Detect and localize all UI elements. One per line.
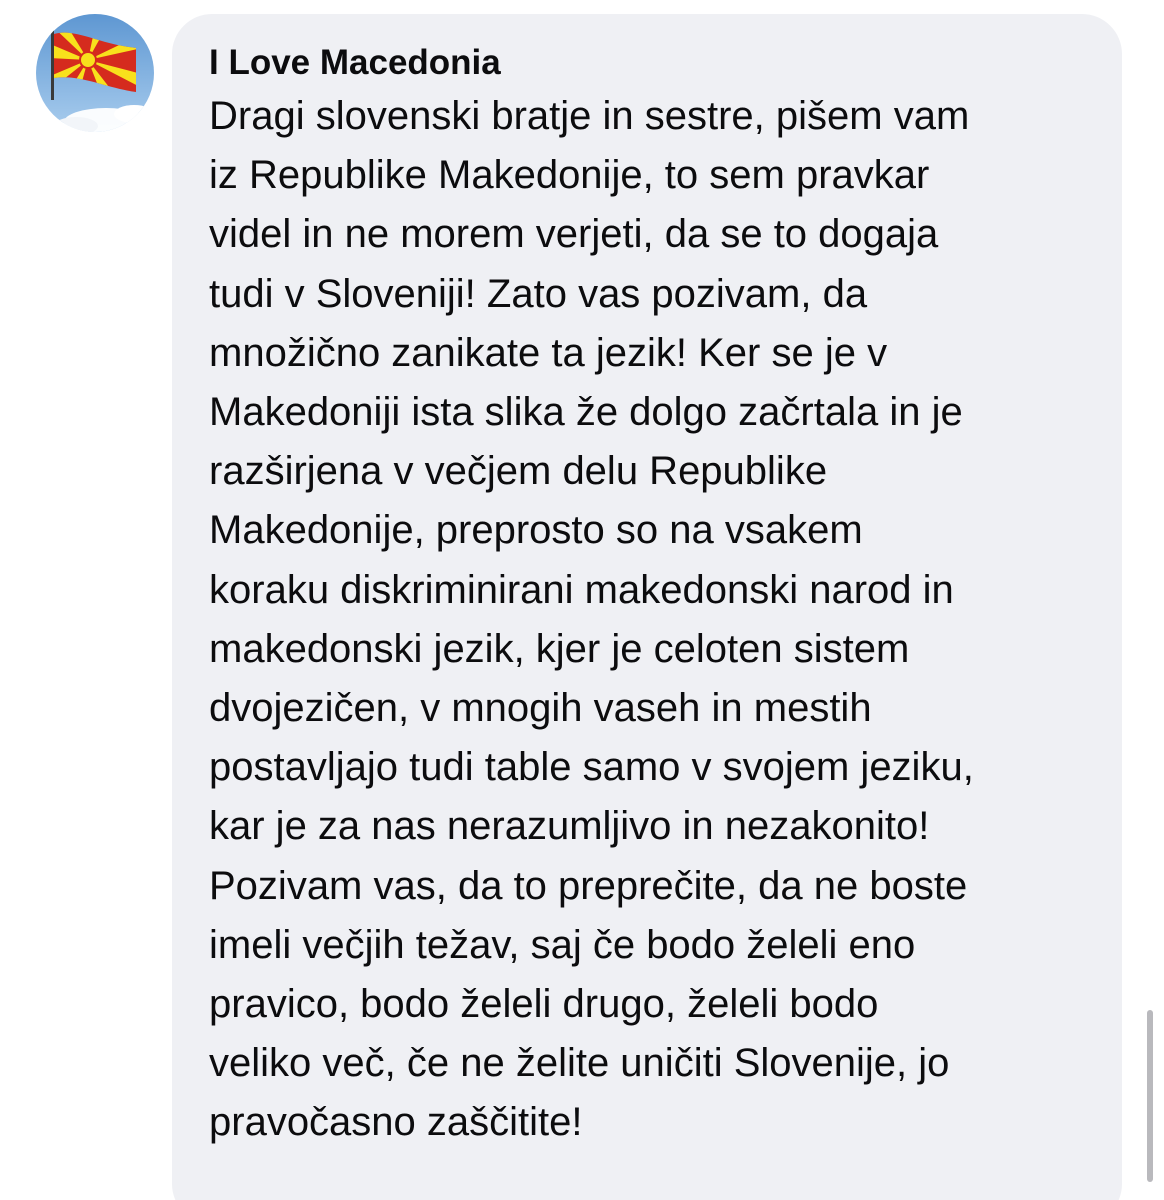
comment-line: postavljajo tudi table samo v svojem jez…	[209, 745, 974, 790]
comment-line: veliko več, če ne želite uničiti Sloveni…	[209, 1041, 950, 1086]
comment-line: Makedoniji ista slika že dolgo začrtala …	[209, 390, 963, 435]
comment-line: koraku diskriminirani makedonski narod i…	[209, 567, 954, 612]
comment-line: imeli večjih težav, saj če bodo želeli e…	[209, 922, 916, 967]
comment-text: Dragi slovenski bratje in sestre, pišem …	[209, 87, 1109, 1153]
comment-line: množično zanikate ta jezik! Ker se je v	[209, 330, 888, 375]
comment-line: iz Republike Makedonije, to sem pravkar	[209, 153, 930, 198]
comment-author-name[interactable]: I Love Macedonia	[209, 42, 501, 84]
comment-screen: I Love Macedonia Dragi slovenski bratje …	[0, 0, 1164, 1200]
comment-line: Pozivam vas, da to preprečite, da ne bos…	[209, 863, 968, 908]
comment-line: Dragi slovenski bratje in sestre, pišem …	[209, 94, 970, 138]
macedonian-flag-avatar-icon	[36, 14, 154, 132]
comment-line: razširjena v večjem delu Republike	[209, 449, 828, 494]
comment-line: pravočasno zaščitite!	[209, 1100, 583, 1145]
profile-avatar[interactable]	[36, 14, 154, 132]
comment-line: pravico, bodo želeli drugo, želeli bodo	[209, 982, 879, 1027]
comment-line: tudi v Sloveniji! Zato vas pozivam, da	[209, 271, 868, 316]
comment-line: Makedonije, preprosto so na vsakem	[209, 508, 863, 553]
comment-line: videl in ne morem verjeti, da se to doga…	[209, 212, 939, 257]
comment-line: kar je za nas nerazumljivo in nezakonito…	[209, 804, 930, 849]
scrollbar-thumb[interactable]	[1147, 1010, 1153, 1182]
comment-line: dvojezičen, v mnogih vaseh in mestih	[209, 686, 872, 731]
comment-line: makedonski jezik, kjer je celoten sistem	[209, 626, 910, 671]
comment-bubble: I Love Macedonia Dragi slovenski bratje …	[172, 14, 1122, 1200]
